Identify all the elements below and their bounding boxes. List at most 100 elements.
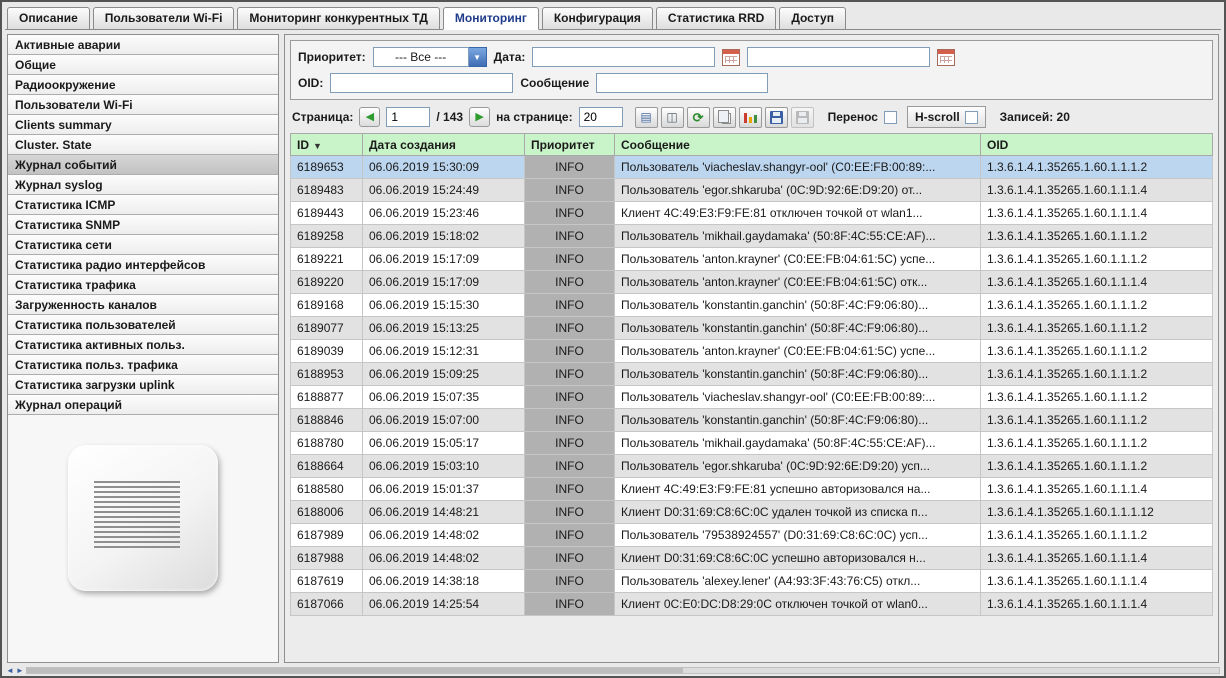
cell-message[interactable]: Клиент 4C:49:E3:F9:FE:81 отключен точкой… [615,202,981,225]
sidebar-item-wifi-users[interactable]: Пользователи Wi-Fi [7,94,279,115]
cell-priority[interactable]: INFO [525,524,615,547]
cell-id[interactable]: 6189220 [291,271,363,294]
cell-message[interactable]: Пользователь 'egor.shkaruba' (0C:9D:92:6… [615,455,981,478]
sidebar-item-general[interactable]: Общие [7,54,279,75]
tab-competitor-ap-monitoring[interactable]: Мониторинг конкурентных ТД [237,7,439,30]
cell-id[interactable]: 6189653 [291,156,363,179]
table-row[interactable]: 6187989 06.06.2019 14:48:02 INFO Пользов… [291,524,1213,547]
table-row[interactable]: 6187988 06.06.2019 14:48:02 INFO Клиент … [291,547,1213,570]
sidebar-item-user-stats[interactable]: Статистика пользователей [7,314,279,335]
tab-configuration[interactable]: Конфигурация [542,7,653,30]
sidebar-item-operations-log[interactable]: Журнал операций [7,394,279,415]
cell-created[interactable]: 06.06.2019 15:18:02 [363,225,525,248]
cell-oid[interactable]: 1.3.6.1.4.1.35265.1.60.1.1.1.2 [981,317,1213,340]
cell-created[interactable]: 06.06.2019 15:17:09 [363,271,525,294]
cell-oid[interactable]: 1.3.6.1.4.1.35265.1.60.1.1.1.4 [981,547,1213,570]
scrollbar-thumb[interactable] [27,668,683,673]
cell-created[interactable]: 06.06.2019 15:15:30 [363,294,525,317]
sidebar-item-icmp-stats[interactable]: Статистика ICMP [7,194,279,215]
cell-id[interactable]: 6188846 [291,409,363,432]
cell-message[interactable]: Клиент 0C:E0:DC:D8:29:0C отключен точкой… [615,593,981,616]
cell-id[interactable]: 6188780 [291,432,363,455]
cell-id[interactable]: 6189483 [291,179,363,202]
cell-message[interactable]: Клиент 4C:49:E3:F9:FE:81 успешно авториз… [615,478,981,501]
sidebar-item-radio-interface-stats[interactable]: Статистика радио интерфейсов [7,254,279,275]
cell-oid[interactable]: 1.3.6.1.4.1.35265.1.60.1.1.1.2 [981,432,1213,455]
sidebar-item-snmp-stats[interactable]: Статистика SNMP [7,214,279,235]
table-row[interactable]: 6188846 06.06.2019 15:07:00 INFO Пользов… [291,409,1213,432]
cell-priority[interactable]: INFO [525,455,615,478]
cell-id[interactable]: 6187988 [291,547,363,570]
sidebar-item-network-stats[interactable]: Статистика сети [7,234,279,255]
cell-created[interactable]: 06.06.2019 14:48:02 [363,524,525,547]
cell-created[interactable]: 06.06.2019 15:01:37 [363,478,525,501]
table-row[interactable]: 6187619 06.06.2019 14:38:18 INFO Пользов… [291,570,1213,593]
cell-id[interactable]: 6187619 [291,570,363,593]
cell-priority[interactable]: INFO [525,271,615,294]
column-header-priority[interactable]: Приоритет [525,134,615,156]
scrollbar-track[interactable] [26,667,1220,674]
cell-created[interactable]: 06.06.2019 15:09:25 [363,363,525,386]
column-header-message[interactable]: Сообщение [615,134,981,156]
sidebar-item-user-traffic-stats[interactable]: Статистика польз. трафика [7,354,279,375]
page-input[interactable] [386,107,430,127]
cell-message[interactable]: Пользователь 'egor.shkaruba' (0C:9D:92:6… [615,179,981,202]
cell-message[interactable]: Пользователь 'anton.krayner' (C0:EE:FB:0… [615,340,981,363]
cell-priority[interactable]: INFO [525,294,615,317]
cell-id[interactable]: 6187989 [291,524,363,547]
save-button[interactable] [765,107,788,128]
cell-oid[interactable]: 1.3.6.1.4.1.35265.1.60.1.1.1.12 [981,501,1213,524]
cell-message[interactable]: Пользователь 'konstantin.ganchin' (50:8F… [615,317,981,340]
cell-oid[interactable]: 1.3.6.1.4.1.35265.1.60.1.1.1.4 [981,179,1213,202]
cell-priority[interactable]: INFO [525,386,615,409]
table-row[interactable]: 6188953 06.06.2019 15:09:25 INFO Пользов… [291,363,1213,386]
cell-message[interactable]: Пользователь 'alexey.lener' (A4:93:3F:43… [615,570,981,593]
cell-oid[interactable]: 1.3.6.1.4.1.35265.1.60.1.1.1.2 [981,386,1213,409]
sidebar-item-traffic-stats[interactable]: Статистика трафика [7,274,279,295]
table-row[interactable]: 6188664 06.06.2019 15:03:10 INFO Пользов… [291,455,1213,478]
cell-created[interactable]: 06.06.2019 15:07:35 [363,386,525,409]
cell-priority[interactable]: INFO [525,570,615,593]
sidebar-item-uplink-load-stats[interactable]: Статистика загрузки uplink [7,374,279,395]
table-row[interactable]: 6189039 06.06.2019 15:12:31 INFO Пользов… [291,340,1213,363]
cell-priority[interactable]: INFO [525,478,615,501]
cell-message[interactable]: Пользователь 'konstantin.ganchin' (50:8F… [615,294,981,317]
table-row[interactable]: 6188006 06.06.2019 14:48:21 INFO Клиент … [291,501,1213,524]
horizontal-scrollbar[interactable]: ◄ ► [5,665,1221,676]
table-row[interactable]: 6189168 06.06.2019 15:15:30 INFO Пользов… [291,294,1213,317]
list-view-button[interactable]: ▤ [635,107,658,128]
cell-created[interactable]: 06.06.2019 14:48:02 [363,547,525,570]
cell-oid[interactable]: 1.3.6.1.4.1.35265.1.60.1.1.1.2 [981,455,1213,478]
cell-id[interactable]: 6189221 [291,248,363,271]
cell-oid[interactable]: 1.3.6.1.4.1.35265.1.60.1.1.1.2 [981,363,1213,386]
table-row[interactable]: 6189483 06.06.2019 15:24:49 INFO Пользов… [291,179,1213,202]
sidebar-item-event-log[interactable]: Журнал событий [7,154,279,175]
cell-id[interactable]: 6189168 [291,294,363,317]
tab-description[interactable]: Описание [7,7,90,30]
cell-message[interactable]: Клиент D0:31:69:C8:6C:0C удален точкой и… [615,501,981,524]
hscroll-toggle[interactable]: H-scroll [907,106,986,128]
cell-created[interactable]: 06.06.2019 15:23:46 [363,202,525,225]
date-to-input[interactable] [747,47,930,67]
cell-priority[interactable]: INFO [525,340,615,363]
table-row[interactable]: 6188877 06.06.2019 15:07:35 INFO Пользов… [291,386,1213,409]
cell-created[interactable]: 06.06.2019 15:07:00 [363,409,525,432]
cell-id[interactable]: 6188664 [291,455,363,478]
table-row[interactable]: 6189221 06.06.2019 15:17:09 INFO Пользов… [291,248,1213,271]
cell-priority[interactable]: INFO [525,202,615,225]
table-row[interactable]: 6189077 06.06.2019 15:13:25 INFO Пользов… [291,317,1213,340]
scroll-right-icon[interactable]: ► [16,667,24,675]
cell-message[interactable]: Пользователь 'anton.krayner' (C0:EE:FB:0… [615,271,981,294]
cell-priority[interactable]: INFO [525,225,615,248]
cell-oid[interactable]: 1.3.6.1.4.1.35265.1.60.1.1.1.2 [981,340,1213,363]
cell-created[interactable]: 06.06.2019 15:17:09 [363,248,525,271]
cell-oid[interactable]: 1.3.6.1.4.1.35265.1.60.1.1.1.4 [981,478,1213,501]
table-row[interactable]: 6187066 06.06.2019 14:25:54 INFO Клиент … [291,593,1213,616]
prev-page-button[interactable]: ◀ [359,107,380,127]
table-row[interactable]: 6189653 06.06.2019 15:30:09 INFO Пользов… [291,156,1213,179]
cell-message[interactable]: Пользователь 'konstantin.ganchin' (50:8F… [615,363,981,386]
cell-oid[interactable]: 1.3.6.1.4.1.35265.1.60.1.1.1.2 [981,225,1213,248]
column-header-id[interactable]: ID▼ [291,134,363,156]
cell-message[interactable]: Пользователь '79538924557' (D0:31:69:C8:… [615,524,981,547]
cell-created[interactable]: 06.06.2019 15:30:09 [363,156,525,179]
